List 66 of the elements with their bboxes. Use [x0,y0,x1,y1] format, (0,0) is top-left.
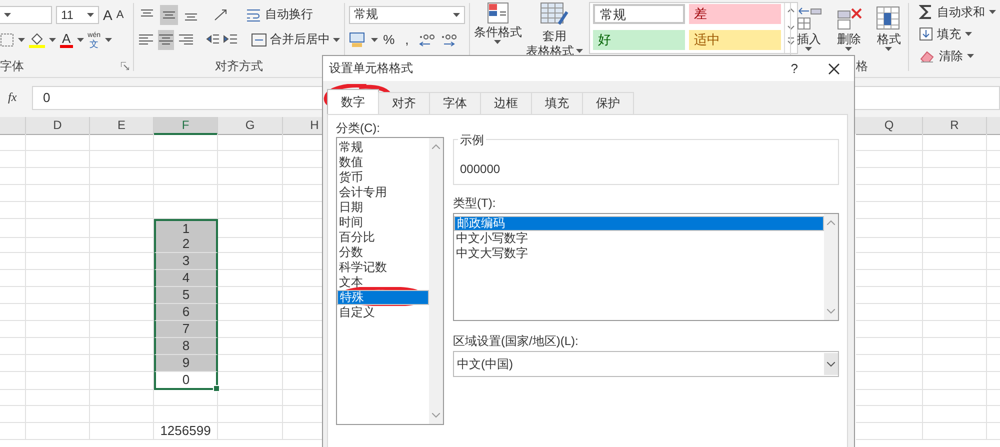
help-button[interactable]: ? [790,61,798,76]
delete-cells-button[interactable]: 删除 [834,5,863,51]
table-cell[interactable]: 1256599 [154,423,218,440]
group-label: 对齐方式 [214,58,263,74]
column-header[interactable]: Q [856,117,923,135]
comma-button[interactable]: , [400,32,414,47]
number-format-field[interactable]: 常规 [348,6,465,24]
clear-button[interactable]: 清除 [918,46,996,66]
function-button[interactable]: fx [8,90,22,105]
dialog-tab[interactable]: 数字 [327,89,379,114]
dialog-title: 设置单元格格式 [329,60,413,77]
table-cell[interactable]: 2 [154,236,218,253]
sum-button[interactable]: 自动求和 [918,2,996,22]
merge-center-button[interactable]: 合并后居中 [250,31,340,48]
fill-button[interactable]: 填充 [918,24,996,44]
column-header[interactable]: G [218,117,283,135]
category-item[interactable]: 百分比 [337,230,429,245]
category-list[interactable]: 常规 数值 货币 会计专用 日期 时间 百分比 分数 科学记数 文本 特殊 自定义 [336,137,444,425]
category-item[interactable]: 时间 [337,215,429,230]
table-cell[interactable]: 3 [154,253,218,270]
table-cell[interactable]: 9 [154,355,218,372]
conditional-format-button[interactable]: 条件格式 [474,2,522,44]
group-label: 格 [856,58,868,74]
table-cell[interactable]: 4 [154,270,218,287]
dialog-tab[interactable]: 对齐 [378,92,430,114]
category-item[interactable]: 文本 [337,275,429,290]
format-cells-button[interactable]: 格式 [874,5,903,51]
cell-style-button[interactable]: 常规 [592,4,685,24]
column-header[interactable]: F [154,117,218,135]
category-item[interactable]: 数值 [337,155,429,170]
table-cell[interactable]: 7 [154,321,218,338]
wrap-text-button[interactable]: 自动换行 [246,6,313,23]
cell-style-button[interactable]: 差 [688,4,781,24]
type-list[interactable]: 邮政编码 中文小写数字 中文大写数字 [453,213,839,321]
table-cell[interactable]: 6 [154,304,218,321]
percent-button[interactable]: % [382,32,396,47]
font-color-button[interactable]: A [60,32,73,48]
type-label: 类型(T): [453,195,497,209]
group-label: 字体 [0,58,24,74]
category-item[interactable]: 自定义 [337,305,429,320]
category-item[interactable]: 特殊 [337,290,429,305]
locale-label: 区域设置(国家/地区)(L): [453,333,580,347]
locale-dropdown[interactable]: 中文(中国) [453,351,839,377]
type-item[interactable]: 中文小写数字 [454,231,824,246]
font-size-field[interactable]: 11 [56,6,99,24]
type-item[interactable]: 中文大写数字 [454,246,824,261]
category-item[interactable]: 科学记数 [337,260,429,275]
category-item[interactable]: 会计专用 [337,185,429,200]
table-cell[interactable]: 5 [154,287,218,304]
sample-label: 示例 [458,132,486,149]
cell-style-button[interactable]: 适中 [688,30,781,50]
column-header[interactable]: D [26,117,90,135]
table-cell[interactable]: 0 [154,372,218,390]
font-shrink-button[interactable]: A [116,8,124,20]
category-item[interactable]: 货币 [337,170,429,185]
category-item[interactable]: 分数 [337,245,429,260]
sample-value: 000000 [460,162,500,176]
dialog-tab[interactable]: 保护 [582,92,634,114]
type-item[interactable]: 邮政编码 [454,216,824,231]
font-grow-button[interactable]: A [103,6,112,22]
category-item[interactable]: 常规 [337,140,429,155]
category-item[interactable]: 日期 [337,200,429,215]
table-cell[interactable]: 8 [154,338,218,355]
cell-style-button[interactable]: 好 [592,30,685,50]
insert-cells-button[interactable]: 插入 [794,5,823,51]
column-header[interactable]: R [923,117,987,135]
